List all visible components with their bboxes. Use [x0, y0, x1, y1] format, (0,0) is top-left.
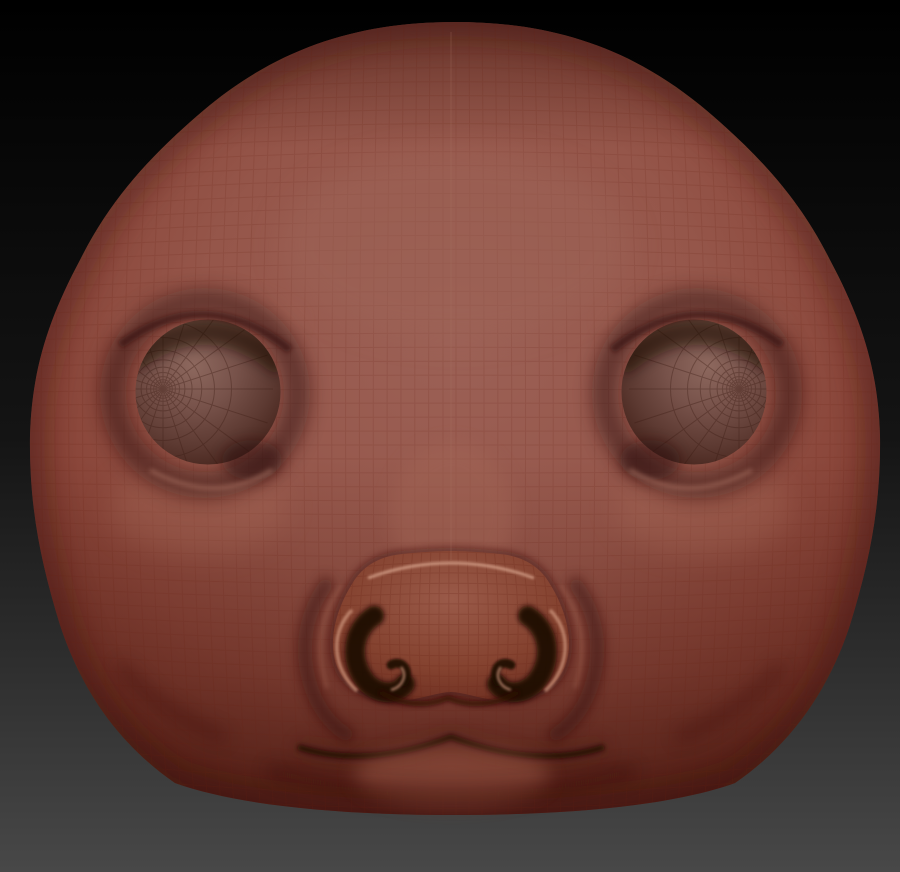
eye-inner-corner-shadow — [222, 440, 282, 480]
sculpt-viewport-canvas[interactable] — [0, 0, 900, 872]
forehead-highlight — [280, 150, 630, 340]
